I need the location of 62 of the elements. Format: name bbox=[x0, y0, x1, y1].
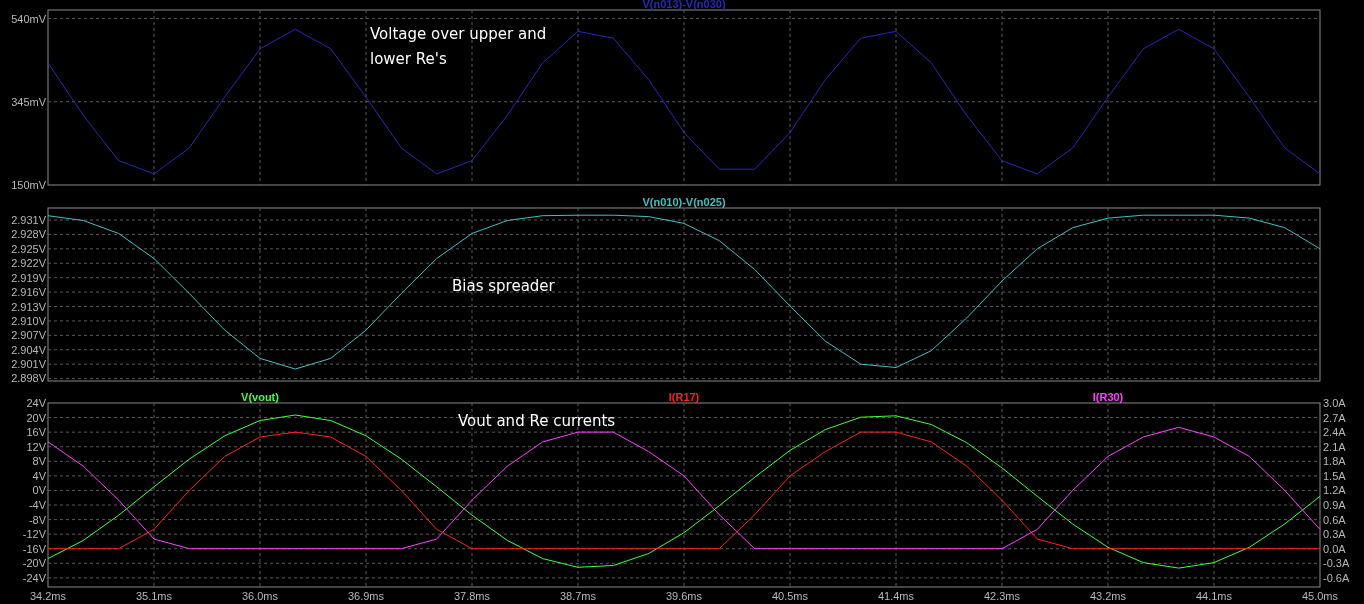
plot-annotation: Voltage over upper and lower Re's bbox=[370, 24, 548, 70]
trace-label: I(R17) bbox=[668, 391, 700, 403]
axis-tick-label: 20V bbox=[26, 411, 46, 424]
axis-tick-label: -24V bbox=[22, 571, 46, 584]
axis-tick-label: 4V bbox=[32, 469, 46, 482]
trace-label: V(vout) bbox=[241, 391, 279, 403]
axis-tick-label: 34.2ms bbox=[29, 590, 67, 602]
trace-label: V(n013)-V(n030) bbox=[642, 0, 726, 10]
axis-tick-label: 2.904V bbox=[11, 343, 46, 356]
axis-tick-label: 44.1ms bbox=[1195, 590, 1233, 602]
axis-tick-label: 1.2A bbox=[1323, 484, 1346, 497]
axis-tick-label: -20V bbox=[22, 557, 46, 570]
axis-tick-label: 0V bbox=[32, 484, 46, 497]
axis-tick-label: 38.7ms bbox=[559, 590, 597, 602]
axis-tick-label: 2.922V bbox=[11, 257, 46, 270]
axis-tick-label: 24V bbox=[26, 397, 46, 409]
axis-tick-label: -4V bbox=[28, 499, 46, 511]
axis-tick-label: 2.919V bbox=[11, 271, 46, 284]
plot-annotation: Vout and Re currents bbox=[458, 411, 617, 432]
axis-tick-label: -0.3A bbox=[1323, 557, 1350, 570]
axis-tick-label: 2.913V bbox=[11, 300, 46, 313]
axis-tick-label: 36.9ms bbox=[347, 590, 385, 602]
axis-tick-label: 35.1ms bbox=[135, 590, 173, 602]
axis-tick-label: 2.910V bbox=[11, 314, 46, 327]
axis-tick-label: 39.6ms bbox=[665, 590, 703, 602]
axis-tick-label: 12V bbox=[26, 440, 46, 453]
axis-tick-label: 37.8ms bbox=[453, 590, 491, 602]
axis-tick-label: 43.2ms bbox=[1089, 590, 1127, 602]
axis-tick-label: 0.3A bbox=[1323, 528, 1346, 541]
axis-tick-label: 540mV bbox=[11, 12, 46, 25]
axis-tick-label: 2.931V bbox=[11, 214, 46, 226]
axis-tick-label: 2.925V bbox=[11, 242, 46, 255]
axis-tick-label: 2.916V bbox=[11, 286, 46, 299]
axis-tick-label: 41.4ms bbox=[877, 590, 915, 602]
axis-tick-label: -8V bbox=[28, 513, 46, 526]
axis-tick-label: 16V bbox=[26, 426, 46, 439]
axis-tick-label: 150mV bbox=[11, 179, 46, 190]
axis-tick-label: 345mV bbox=[11, 95, 46, 108]
axis-tick-label: 1.5A bbox=[1323, 469, 1346, 482]
axis-tick-label: 40.5ms bbox=[771, 590, 809, 602]
axis-tick-label: 8V bbox=[32, 455, 46, 468]
axis-tick-label: 2.1A bbox=[1323, 440, 1346, 453]
axis-tick-label: 36.0ms bbox=[241, 590, 279, 602]
axis-tick-label: 2.7A bbox=[1323, 411, 1346, 424]
axis-tick-label: -0.6A bbox=[1323, 571, 1350, 584]
axis-tick-label: 2.898V bbox=[11, 372, 46, 383]
axis-tick-label: 0.0A bbox=[1323, 542, 1346, 555]
trace-label: V(n010)-V(n025) bbox=[642, 196, 726, 208]
axis-tick-label: 45.0ms bbox=[1301, 590, 1339, 602]
axis-tick-label: 2.928V bbox=[11, 228, 46, 241]
axis-tick-label: 2.4A bbox=[1323, 426, 1346, 439]
axis-tick-label: 2.907V bbox=[11, 329, 46, 342]
axis-tick-label: 0.6A bbox=[1323, 513, 1346, 526]
trace-label: I(R30) bbox=[1092, 391, 1124, 403]
axis-tick-label: 3.0A bbox=[1323, 397, 1346, 409]
axis-tick-label: 42.3ms bbox=[983, 590, 1021, 602]
axis-tick-label: -16V bbox=[22, 542, 46, 555]
axis-tick-label: 2.901V bbox=[11, 358, 46, 371]
axis-tick-label: 0.9A bbox=[1323, 499, 1346, 511]
axis-tick-label: 1.8A bbox=[1323, 455, 1346, 468]
axis-tick-label: -12V bbox=[22, 528, 46, 541]
plot-annotation: Bias spreader bbox=[452, 276, 556, 297]
